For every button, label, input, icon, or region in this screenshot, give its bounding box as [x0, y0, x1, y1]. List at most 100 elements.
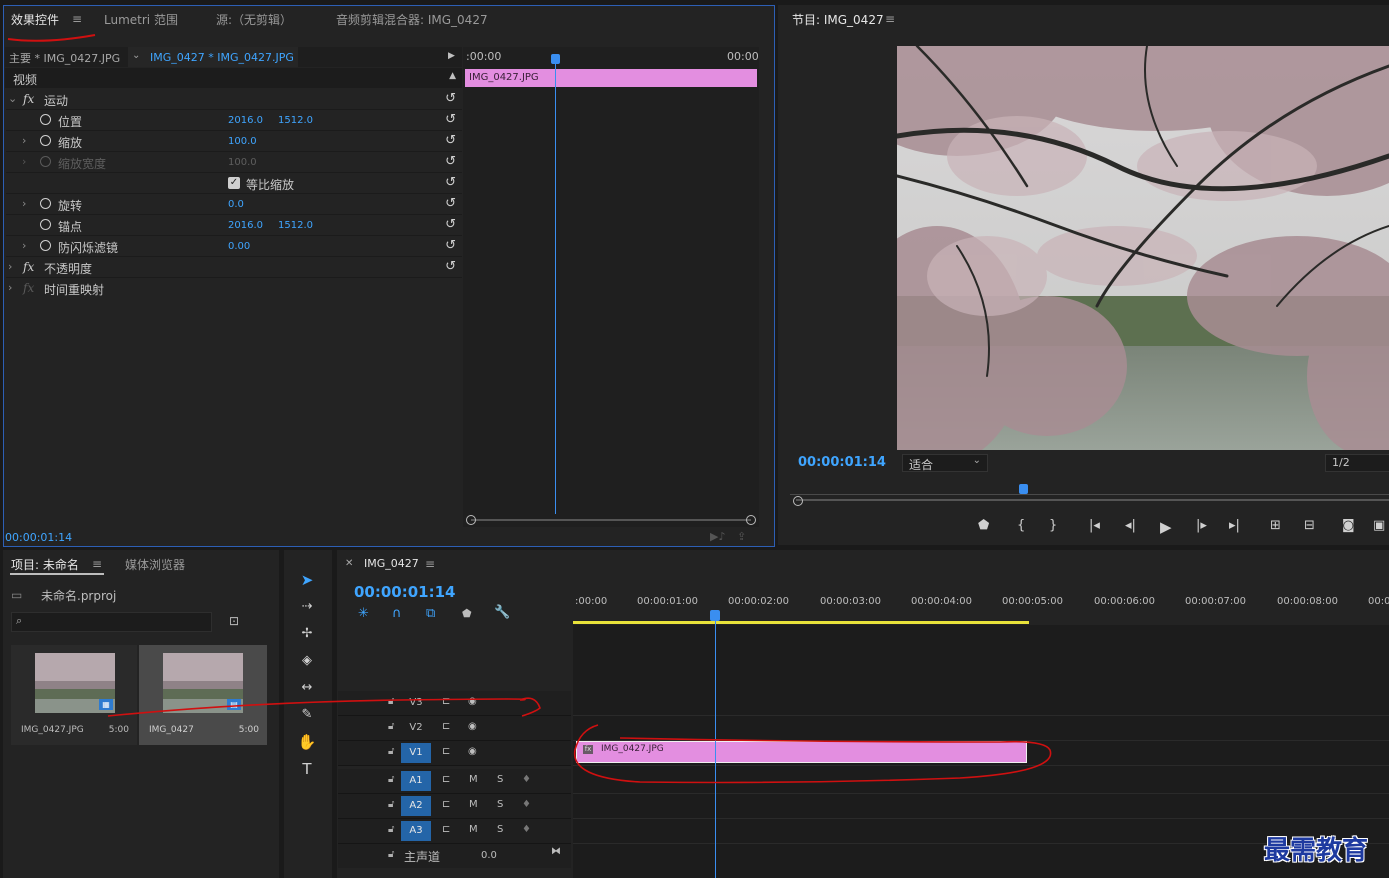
marker-icon[interactable]: ⬟: [978, 518, 989, 533]
sequence-clip-dropdown[interactable]: ⌄ IMG_0427 * IMG_0427.JPG: [128, 47, 298, 67]
add-marker-icon[interactable]: ⬟: [462, 607, 472, 620]
tab-lumetri-scopes[interactable]: Lumetri 范围: [104, 11, 178, 28]
chevron-down-icon[interactable]: ⌄: [8, 92, 17, 105]
project-search-input[interactable]: ⌕: [11, 612, 212, 632]
play-icon[interactable]: ▶: [1160, 518, 1172, 536]
microphone-icon[interactable]: ♦: [522, 799, 531, 810]
linked-selection-icon[interactable]: ⧉: [426, 606, 435, 621]
stopwatch-icon[interactable]: [40, 240, 51, 251]
panel-menu-icon[interactable]: ≡: [92, 557, 102, 571]
solo-button[interactable]: S: [497, 824, 503, 835]
microphone-icon[interactable]: ♦: [522, 824, 531, 835]
program-monitor-title[interactable]: 节目: IMG_0427: [792, 11, 884, 28]
play-triangle-icon[interactable]: ▶: [448, 51, 455, 61]
scrubber-playhead[interactable]: [1019, 484, 1028, 494]
new-bin-icon[interactable]: ⊡: [229, 614, 239, 628]
stopwatch-icon[interactable]: [40, 135, 51, 146]
timeline-playhead-handle[interactable]: [710, 610, 720, 621]
nest-icon[interactable]: ✳: [358, 606, 369, 621]
mute-button[interactable]: M: [469, 824, 478, 835]
lift-icon[interactable]: ⊞: [1270, 518, 1281, 533]
chevron-right-icon[interactable]: ›: [22, 134, 26, 147]
position-y-value[interactable]: 1512.0: [278, 115, 313, 126]
scale-value[interactable]: 100.0: [228, 136, 257, 147]
export-icon[interactable]: ⇪: [737, 530, 746, 543]
work-area-bar[interactable]: [573, 621, 1029, 624]
chevron-right-icon[interactable]: ›: [22, 239, 26, 252]
program-timecode[interactable]: 00:00:01:14: [798, 455, 886, 470]
reset-icon[interactable]: ↺: [445, 154, 456, 169]
chevron-right-icon[interactable]: ›: [8, 260, 12, 273]
fx-icon[interactable]: fx: [23, 260, 34, 274]
reset-icon[interactable]: ↺: [445, 91, 456, 106]
lock-icon[interactable]: 🔓︎: [388, 849, 394, 860]
solo-button[interactable]: S: [497, 799, 503, 810]
master-clip-label[interactable]: 主要 * IMG_0427.JPG: [9, 50, 120, 66]
master-volume-value[interactable]: 0.0: [481, 850, 497, 861]
razor-tool-icon[interactable]: ◈: [294, 649, 320, 673]
expand-icon[interactable]: ⧓: [551, 846, 561, 857]
reset-icon[interactable]: ↺: [445, 217, 456, 232]
audio-icon[interactable]: ▶♪: [710, 530, 725, 543]
ripple-edit-tool-icon[interactable]: ✢: [294, 622, 320, 646]
tab-project[interactable]: 项目: 未命名: [11, 556, 79, 573]
reset-icon[interactable]: ↺: [445, 238, 456, 253]
anchor-y-value[interactable]: 1512.0: [278, 220, 313, 231]
effects-clip-bar[interactable]: IMG_0427.JPG: [465, 69, 757, 87]
lock-icon[interactable]: 🔓︎: [388, 824, 394, 835]
go-to-out-icon[interactable]: ▸|: [1229, 518, 1240, 533]
step-back-icon[interactable]: ◂|: [1125, 518, 1136, 533]
close-icon[interactable]: ✕: [345, 558, 353, 569]
chevron-right-icon[interactable]: ›: [8, 281, 12, 294]
selection-tool-icon[interactable]: ➤: [294, 568, 320, 592]
reset-icon[interactable]: ↺: [445, 196, 456, 211]
sync-lock-icon[interactable]: ⊏: [442, 799, 450, 810]
position-x-value[interactable]: 2016.0: [228, 115, 263, 126]
snap-icon[interactable]: ∩: [392, 606, 402, 621]
stopwatch-icon[interactable]: [40, 198, 51, 209]
timeline-timecode[interactable]: 00:00:01:14: [354, 583, 456, 601]
stopwatch-icon[interactable]: [40, 219, 51, 230]
sync-lock-icon[interactable]: ⊏: [442, 824, 450, 835]
go-to-in-icon[interactable]: |◂: [1089, 518, 1100, 533]
playhead-handle[interactable]: [551, 54, 560, 64]
uniform-scale-checkbox[interactable]: ✓: [228, 177, 240, 189]
track-select-tool-icon[interactable]: ⇢: [294, 595, 320, 619]
rotation-value[interactable]: 0.0: [228, 199, 244, 210]
reset-icon[interactable]: ↺: [445, 133, 456, 148]
camera-icon[interactable]: ◙: [1342, 518, 1355, 533]
step-forward-icon[interactable]: |▸: [1196, 518, 1207, 533]
chevron-right-icon[interactable]: ›: [22, 197, 26, 210]
tab-effect-controls[interactable]: 效果控件: [11, 11, 59, 28]
panel-menu-icon[interactable]: ≡: [885, 12, 895, 26]
mark-out-icon[interactable]: }: [1049, 518, 1057, 533]
track-name[interactable]: A2: [401, 796, 431, 816]
stopwatch-icon[interactable]: [40, 114, 51, 125]
tab-audio-clip-mixer[interactable]: 音频剪辑混合器: IMG_0427: [336, 11, 488, 28]
sequence-tab[interactable]: IMG_0427: [364, 557, 419, 570]
panel-menu-icon[interactable]: ≡: [72, 12, 82, 26]
effects-timecode[interactable]: 00:00:01:14: [5, 531, 72, 544]
mark-in-icon[interactable]: {: [1017, 518, 1025, 533]
wrench-icon[interactable]: 🔧: [494, 605, 510, 620]
fit-dropdown[interactable]: 适合 ⌄: [902, 454, 988, 472]
fx-icon[interactable]: fx: [23, 92, 34, 106]
tab-media-browser[interactable]: 媒体浏览器: [125, 556, 185, 573]
reset-icon[interactable]: ↺: [445, 175, 456, 190]
tab-source[interactable]: 源:（无剪辑）: [216, 11, 292, 28]
anchor-x-value[interactable]: 2016.0: [228, 220, 263, 231]
program-scrubber[interactable]: [790, 484, 1389, 506]
lock-icon[interactable]: 🔓︎: [388, 799, 394, 810]
extract-icon[interactable]: ⊟: [1304, 518, 1315, 533]
program-video-frame[interactable]: [897, 46, 1389, 450]
effects-scrollbar[interactable]: [466, 515, 756, 525]
antiflicker-value[interactable]: 0.00: [228, 241, 250, 252]
mute-button[interactable]: M: [469, 799, 478, 810]
collapse-up-icon[interactable]: ▲: [449, 71, 456, 81]
resolution-dropdown[interactable]: 1/2: [1325, 454, 1389, 472]
button-editor-icon[interactable]: ▣: [1373, 518, 1385, 533]
reset-icon[interactable]: ↺: [445, 112, 456, 127]
panel-menu-icon[interactable]: ≡: [425, 557, 435, 571]
reset-icon[interactable]: ↺: [445, 259, 456, 274]
track-name[interactable]: A3: [401, 821, 431, 841]
